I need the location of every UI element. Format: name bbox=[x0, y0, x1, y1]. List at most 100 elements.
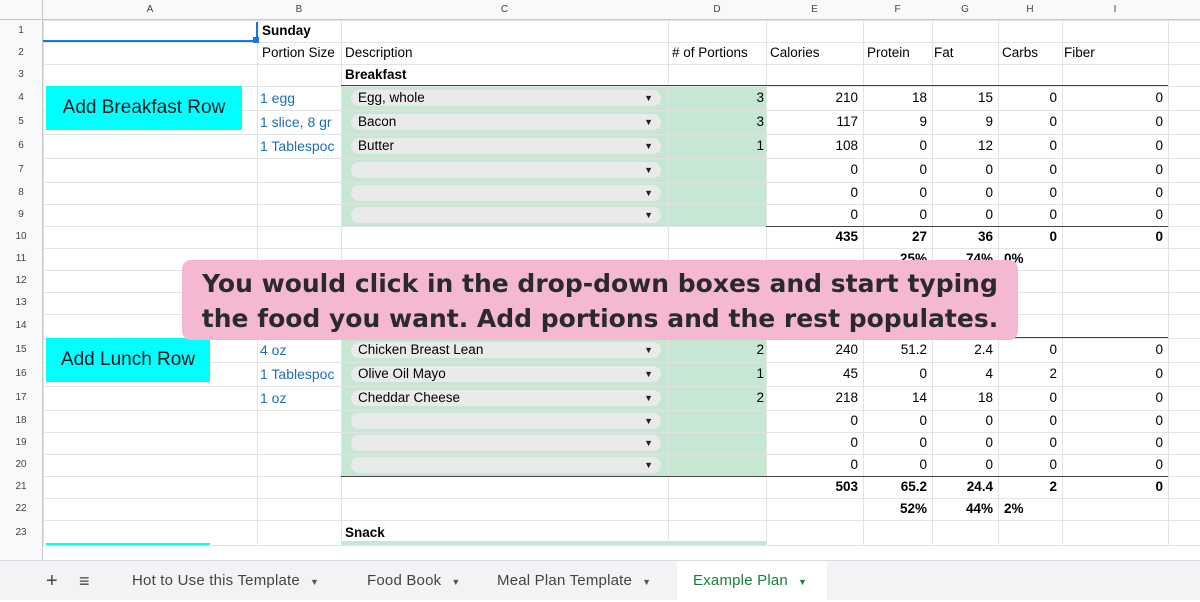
fiber-cell[interactable]: 0 bbox=[1062, 159, 1163, 181]
day-label[interactable]: Sunday bbox=[262, 20, 340, 42]
calories-cell[interactable]: 0 bbox=[766, 182, 858, 204]
sheet-tab[interactable]: Hot to Use this Template ▼ bbox=[116, 561, 334, 601]
fiber-cell[interactable]: 0 bbox=[1062, 410, 1163, 432]
portions-cell[interactable] bbox=[668, 432, 764, 454]
header-fat[interactable]: Fat bbox=[934, 42, 994, 64]
add-lunch-row-button[interactable]: Add Lunch Row bbox=[46, 338, 210, 382]
row-header[interactable]: 15 bbox=[0, 338, 43, 362]
sheet-tab[interactable]: Meal Plan Template ▼ bbox=[481, 561, 677, 601]
portions-cell[interactable]: 3 bbox=[668, 111, 764, 133]
fiber-cell[interactable]: 0 bbox=[1062, 454, 1163, 476]
food-dropdown[interactable]: Chicken Breast Lean ▼ bbox=[351, 342, 661, 358]
header-description[interactable]: Description bbox=[345, 42, 545, 64]
row-header[interactable]: 20 bbox=[0, 454, 43, 476]
food-dropdown[interactable]: Butter ▼ bbox=[351, 138, 661, 154]
fiber-cell[interactable]: 0 bbox=[1062, 87, 1163, 109]
food-dropdown[interactable]: Egg, whole ▼ bbox=[351, 90, 661, 106]
percent-carbs[interactable]: 2% bbox=[1004, 498, 1060, 520]
row-header[interactable]: 5 bbox=[0, 110, 43, 134]
portion-size-cell[interactable]: 1 egg bbox=[260, 87, 342, 109]
row-header[interactable]: 16 bbox=[0, 362, 43, 386]
protein-cell[interactable]: 9 bbox=[863, 111, 927, 133]
carbs-cell[interactable]: 0 bbox=[998, 159, 1057, 181]
column-header[interactable]: H bbox=[998, 0, 1062, 20]
fiber-cell[interactable]: 0 bbox=[1062, 363, 1163, 385]
fat-cell[interactable]: 0 bbox=[932, 159, 993, 181]
triangle-down-icon[interactable]: ▼ bbox=[798, 577, 807, 587]
triangle-down-icon[interactable]: ▼ bbox=[310, 577, 319, 587]
calories-cell[interactable]: 218 bbox=[766, 387, 858, 409]
protein-cell[interactable]: 0 bbox=[863, 135, 927, 157]
carbs-cell[interactable]: 0 bbox=[998, 182, 1057, 204]
total-fat[interactable]: 36 bbox=[932, 226, 993, 248]
fat-cell[interactable]: 9 bbox=[932, 111, 993, 133]
food-dropdown[interactable]: Cheddar Cheese ▼ bbox=[351, 390, 661, 406]
protein-cell[interactable]: 0 bbox=[863, 363, 927, 385]
row-header[interactable]: 9 bbox=[0, 204, 43, 226]
fiber-cell[interactable]: 0 bbox=[1062, 204, 1163, 226]
total-calories[interactable]: 435 bbox=[766, 226, 858, 248]
protein-cell[interactable]: 0 bbox=[863, 410, 927, 432]
row-header[interactable]: 12 bbox=[0, 270, 43, 292]
total-protein[interactable]: 27 bbox=[863, 226, 927, 248]
portion-size-cell[interactable] bbox=[260, 410, 342, 432]
header-protein[interactable]: Protein bbox=[867, 42, 929, 64]
total-carbs[interactable]: 2 bbox=[998, 476, 1057, 498]
protein-cell[interactable]: 14 bbox=[863, 387, 927, 409]
corner-cell[interactable] bbox=[0, 0, 43, 20]
fat-cell[interactable]: 2.4 bbox=[932, 339, 993, 361]
fiber-cell[interactable]: 0 bbox=[1062, 387, 1163, 409]
portion-size-cell[interactable] bbox=[260, 204, 342, 226]
calories-cell[interactable]: 240 bbox=[766, 339, 858, 361]
fat-cell[interactable]: 0 bbox=[932, 182, 993, 204]
calories-cell[interactable]: 0 bbox=[766, 432, 858, 454]
column-header[interactable]: B bbox=[257, 0, 341, 20]
row-header[interactable]: 8 bbox=[0, 182, 43, 204]
portion-size-cell[interactable]: 4 oz bbox=[260, 339, 342, 361]
portion-size-cell[interactable]: 1 oz bbox=[260, 387, 342, 409]
total-fiber[interactable]: 0 bbox=[1062, 476, 1163, 498]
calories-cell[interactable]: 45 bbox=[766, 363, 858, 385]
food-dropdown[interactable]: ▼ bbox=[351, 457, 661, 473]
portions-cell[interactable]: 2 bbox=[668, 387, 764, 409]
portion-size-cell[interactable]: 1 Tablespoc bbox=[260, 135, 342, 157]
portion-size-cell[interactable] bbox=[260, 182, 342, 204]
row-header[interactable]: 14 bbox=[0, 314, 43, 338]
fat-cell[interactable]: 0 bbox=[932, 432, 993, 454]
column-header[interactable]: A bbox=[43, 0, 257, 20]
portions-cell[interactable] bbox=[668, 454, 764, 476]
food-dropdown[interactable]: ▼ bbox=[351, 162, 661, 178]
fiber-cell[interactable]: 0 bbox=[1062, 432, 1163, 454]
carbs-cell[interactable]: 0 bbox=[998, 432, 1057, 454]
calories-cell[interactable]: 117 bbox=[766, 111, 858, 133]
triangle-down-icon[interactable]: ▼ bbox=[644, 90, 653, 106]
food-dropdown[interactable]: Olive Oil Mayo ▼ bbox=[351, 366, 661, 382]
triangle-down-icon[interactable]: ▼ bbox=[644, 457, 653, 473]
column-header[interactable]: E bbox=[766, 0, 863, 20]
carbs-cell[interactable]: 0 bbox=[998, 339, 1057, 361]
protein-cell[interactable]: 51.2 bbox=[863, 339, 927, 361]
column-header[interactable]: I bbox=[1062, 0, 1168, 20]
portions-cell[interactable] bbox=[668, 182, 764, 204]
header-portion_size[interactable]: Portion Size bbox=[262, 42, 342, 64]
fiber-cell[interactable]: 0 bbox=[1062, 135, 1163, 157]
add-breakfast-row-button[interactable]: Add Breakfast Row bbox=[46, 86, 242, 130]
row-header[interactable]: 13 bbox=[0, 292, 43, 314]
sheet-tab[interactable]: Food Book ▼ bbox=[351, 561, 481, 601]
food-dropdown[interactable]: ▼ bbox=[351, 435, 661, 451]
row-header[interactable]: 17 bbox=[0, 386, 43, 410]
protein-cell[interactable]: 0 bbox=[863, 159, 927, 181]
header-portions[interactable]: # of Portions bbox=[672, 42, 762, 64]
fat-cell[interactable]: 15 bbox=[932, 87, 993, 109]
fat-cell[interactable]: 18 bbox=[932, 387, 993, 409]
protein-cell[interactable]: 0 bbox=[863, 432, 927, 454]
portions-cell[interactable]: 3 bbox=[668, 87, 764, 109]
total-carbs[interactable]: 0 bbox=[998, 226, 1057, 248]
protein-cell[interactable]: 0 bbox=[863, 454, 927, 476]
plus-icon[interactable]: + bbox=[46, 561, 58, 601]
protein-cell[interactable]: 0 bbox=[863, 182, 927, 204]
portion-size-cell[interactable] bbox=[260, 432, 342, 454]
portions-cell[interactable] bbox=[668, 204, 764, 226]
row-header[interactable]: 21 bbox=[0, 476, 43, 498]
triangle-down-icon[interactable]: ▼ bbox=[451, 577, 460, 587]
